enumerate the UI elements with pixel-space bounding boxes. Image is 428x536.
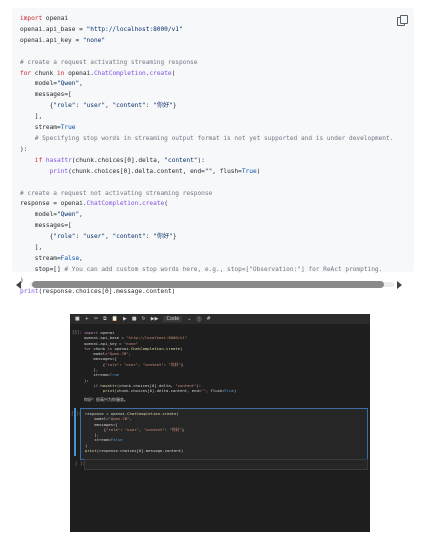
notebook-screenshot: ■ + ✂ ⧉ 📋 ▶ ■ ↻ ▶▶ Code ⌄ ⓵ # [5]: import openai ope…: [70, 314, 370, 532]
toolbar-button[interactable]: ▶▶: [151, 316, 159, 322]
code-text: import openai openai.api_base = "http://…: [20, 15, 394, 295]
cell-prompt: [5]:: [72, 330, 82, 335]
cell-output: 你好！很高兴为你服务。: [84, 397, 128, 402]
horizontal-scrollbar[interactable]: [12, 280, 402, 289]
code-block: import openai openai.api_base = "http://…: [12, 8, 414, 295]
toolbar-button[interactable]: ▶: [123, 316, 127, 322]
active-cell-indicator: [74, 408, 76, 456]
toolbar-button[interactable]: 📋: [112, 316, 118, 322]
notebook-cell-1: [5]: import openai openai.api_base = "ht…: [72, 328, 366, 394]
cell-code: import openai openai.api_base = "http://…: [84, 330, 237, 394]
toolbar-button[interactable]: ↻: [142, 316, 146, 322]
notebook-cell-3[interactable]: [84, 459, 368, 470]
copy-icon[interactable]: [397, 15, 408, 26]
notebook-cell-2[interactable]: [ ]: response = openai.ChatCompletion.cr…: [71, 408, 368, 460]
toolbar-button[interactable]: Code: [163, 316, 183, 322]
toolbar-button[interactable]: ✂: [94, 316, 98, 322]
toolbar-button[interactable]: +: [85, 316, 89, 322]
toolbar-button[interactable]: ■: [75, 316, 80, 322]
toolbar-button[interactable]: ⓵: [196, 316, 201, 323]
cell-code[interactable]: response = openai.ChatCompletion.create(…: [81, 409, 367, 455]
toolbar-button[interactable]: #: [206, 316, 210, 322]
toolbar-button[interactable]: ⧉: [103, 316, 107, 322]
toolbar-button[interactable]: ■: [132, 316, 137, 322]
toolbar-button[interactable]: ⌄: [187, 316, 191, 322]
scroll-thumb[interactable]: [32, 281, 384, 288]
scroll-left-icon[interactable]: [16, 281, 21, 289]
notebook-toolbar: ■ + ✂ ⧉ 📋 ▶ ■ ↻ ▶▶ Code ⌄ ⓵ #: [70, 314, 370, 324]
scroll-right-icon[interactable]: [397, 281, 402, 289]
